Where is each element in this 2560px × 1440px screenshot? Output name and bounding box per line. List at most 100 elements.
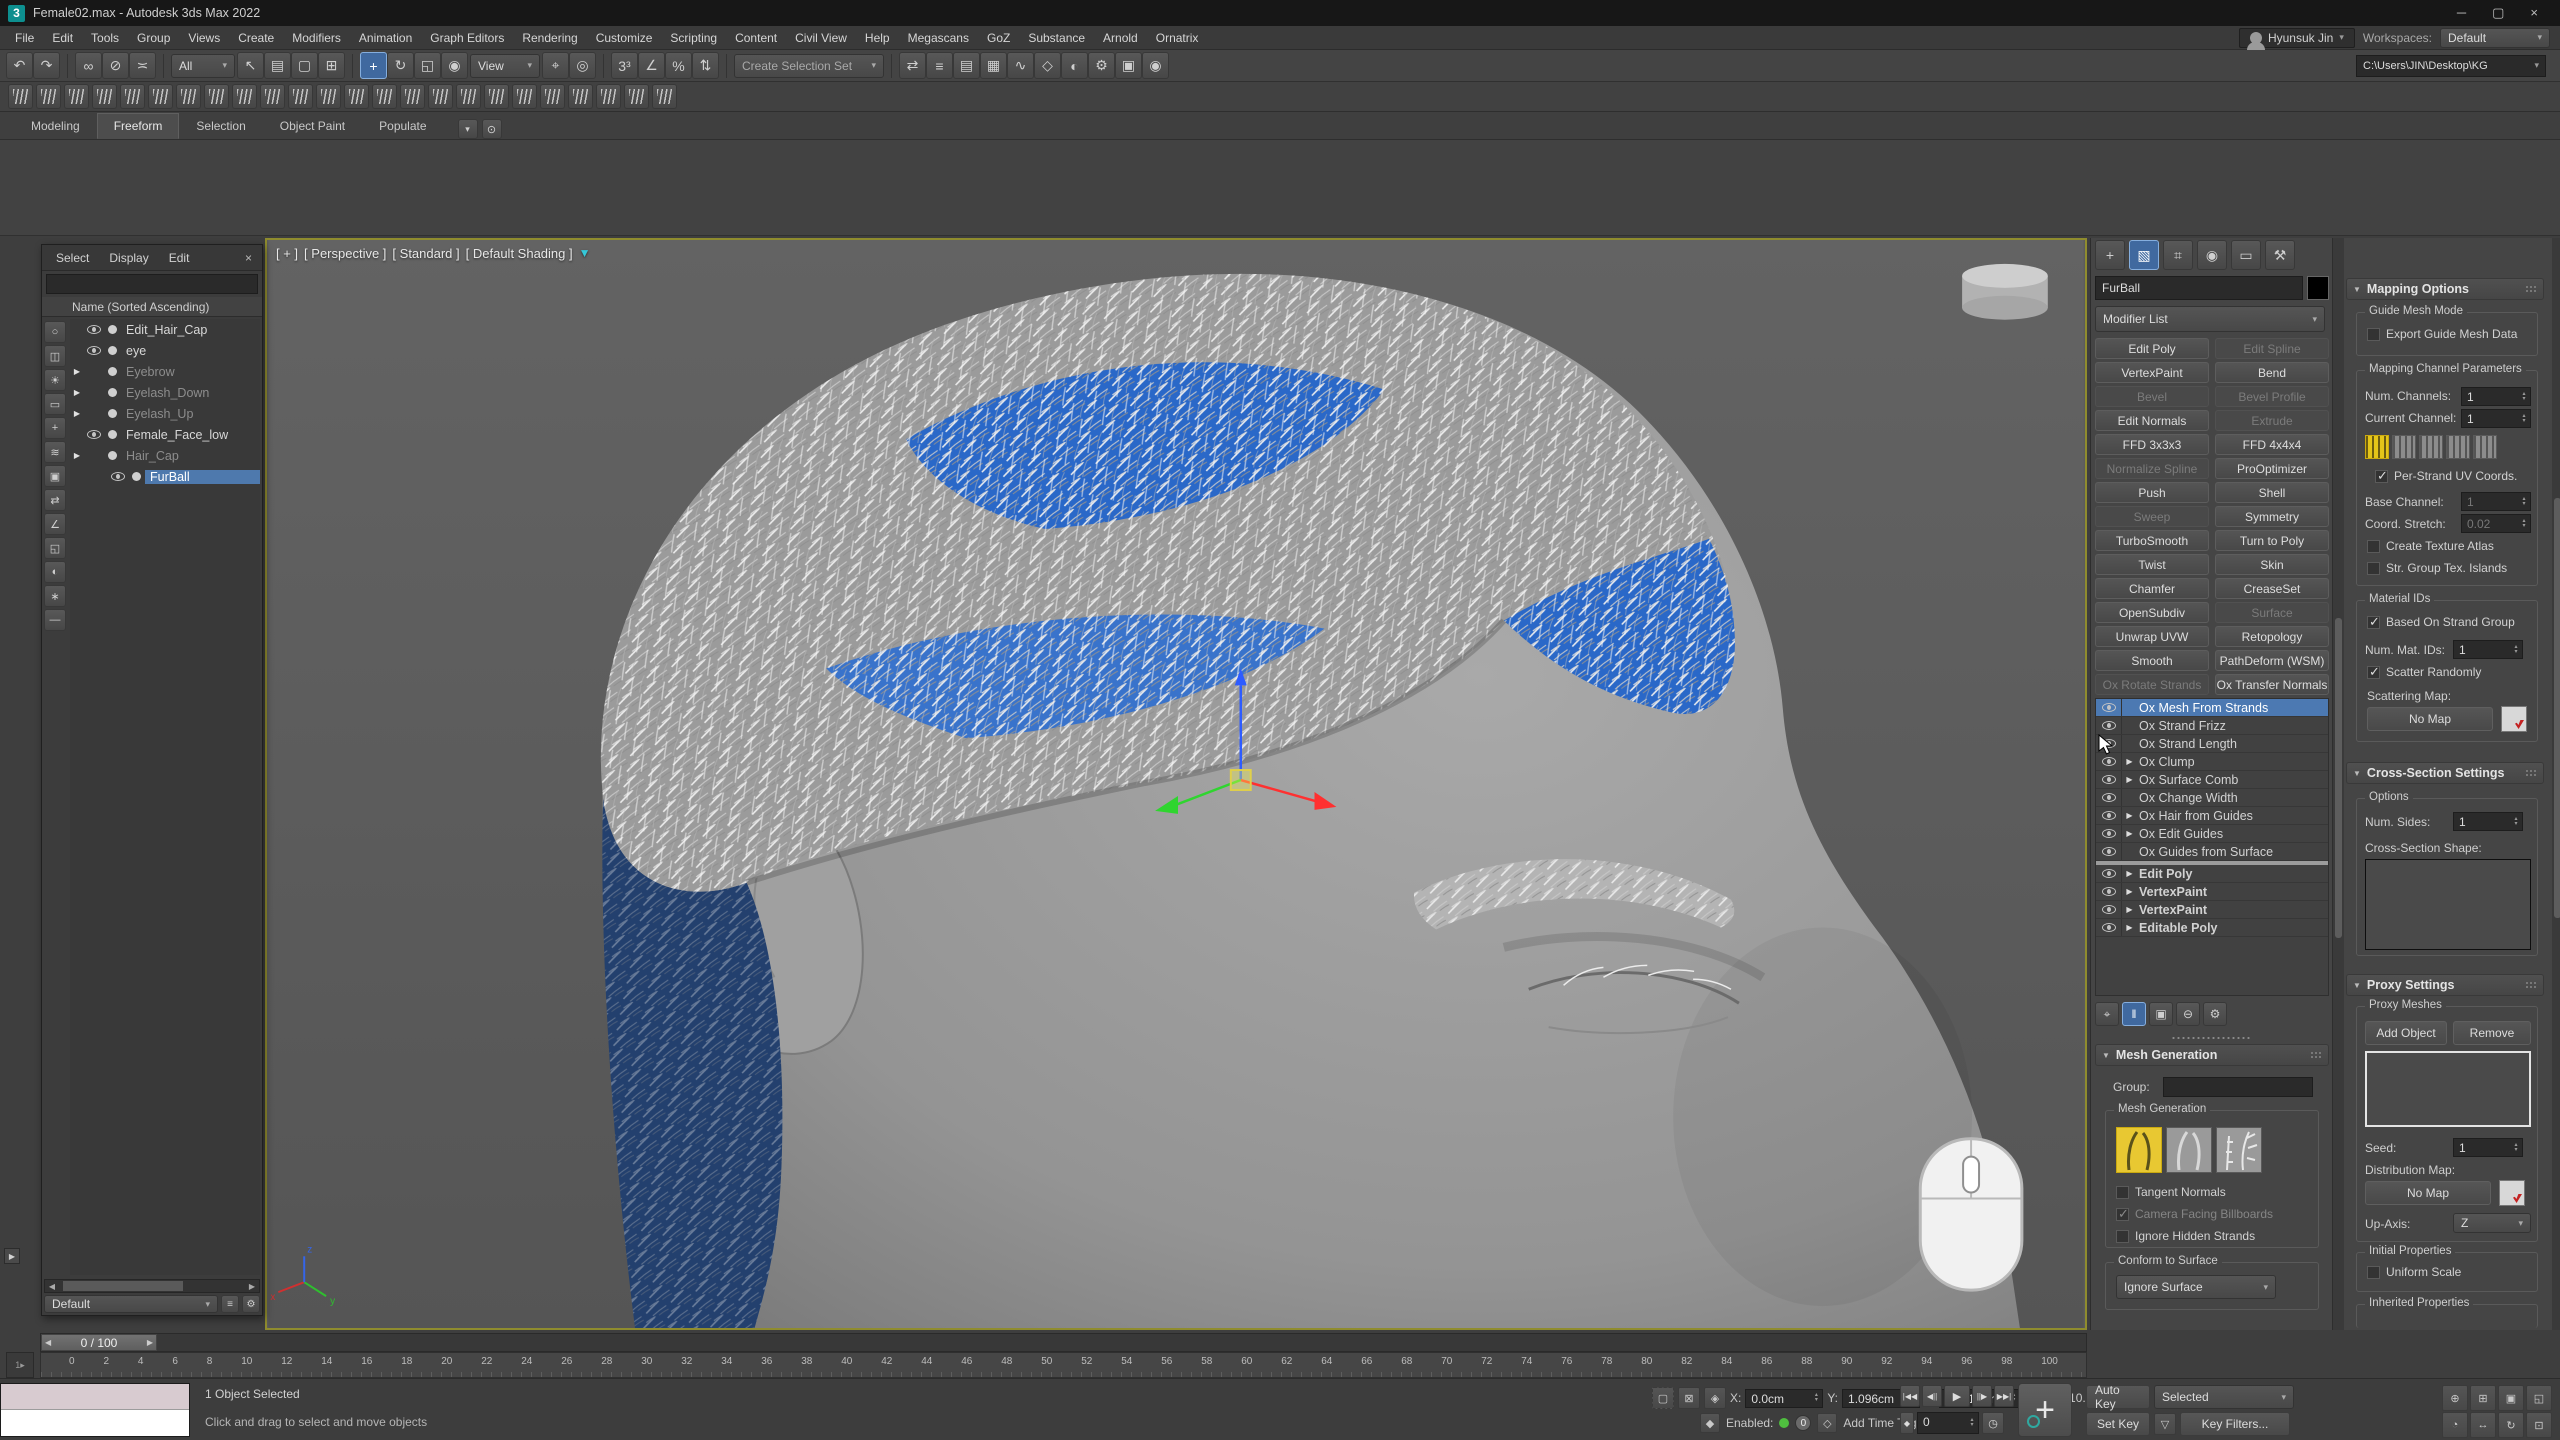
viewport-render-style-menu[interactable]: [ Standard ] [392, 246, 459, 261]
current-channel-spinner[interactable]: 1▴▾ [2461, 409, 2531, 428]
select-by-name-icon[interactable]: ▤ [264, 52, 291, 79]
perspective-viewport[interactable]: x y z [265, 238, 2087, 1330]
ornatrix-length-icon[interactable] [176, 84, 201, 109]
scene-object-row[interactable]: ▶ Eyebrow [70, 361, 260, 382]
display-geometry-icon[interactable]: ○ [44, 321, 66, 343]
rollout-column-scrollbar[interactable] [2552, 238, 2560, 1330]
spinner-snap-icon[interactable]: ⇅ [692, 52, 719, 79]
next-frame-icon[interactable]: ||▶ [1972, 1385, 1992, 1407]
time-slider-handle[interactable]: ◀ 0 / 100 ▶ [41, 1334, 157, 1351]
add-object-button[interactable]: Add Object [2365, 1021, 2447, 1045]
modifier-button[interactable]: Push [2095, 482, 2209, 503]
modifier-button[interactable]: Twist [2095, 554, 2209, 575]
explorer-list-options-icon[interactable]: ≡ [221, 1295, 239, 1313]
proxy-mesh-icon[interactable] [2216, 1127, 2262, 1173]
expand-caret-icon[interactable]: ▶ [70, 367, 84, 376]
modifier-button[interactable]: Surface [2215, 602, 2329, 623]
schematic-view-icon[interactable]: ◇ [1034, 52, 1061, 79]
modifier-stack-row[interactable]: ▶ VertexPaint [2096, 901, 2328, 919]
modifier-button[interactable]: Ox Transfer Normals [2215, 674, 2329, 695]
cross-section-shape-strip[interactable] [2365, 918, 2531, 950]
ribbon-tab[interactable]: Populate [362, 113, 443, 139]
ribbon-tab[interactable]: Freeform [97, 113, 180, 139]
map-mode-2-icon[interactable] [2392, 435, 2416, 459]
ornatrix-guides-icon[interactable] [8, 84, 33, 109]
uniform-scale-checkbox[interactable]: Uniform Scale [2367, 1265, 2461, 1279]
modifier-stack-row[interactable]: ▶ Ox Surface Comb [2096, 771, 2328, 789]
rendered-frame-icon[interactable]: ▣ [1115, 52, 1142, 79]
menubar-item[interactable]: Animation [350, 28, 421, 48]
menubar-item[interactable]: File [6, 28, 43, 48]
modifier-button[interactable]: FFD 4x4x4 [2215, 434, 2329, 455]
menubar-item[interactable]: Graph Editors [421, 28, 513, 48]
cylindrical-mesh-icon[interactable] [2116, 1127, 2162, 1173]
ornatrix-bake-icon[interactable] [288, 84, 313, 109]
ornatrix-brush-icon[interactable] [36, 84, 61, 109]
per-strand-uv-checkbox[interactable]: Per-Strand UV Coords. [2375, 469, 2517, 483]
modifier-eye-icon[interactable] [2102, 775, 2116, 784]
modifier-stack-row[interactable]: ▶ Ox Mesh From Strands [2096, 699, 2328, 717]
modifier-stack-row[interactable]: ▶ Ox Guides from Surface [2096, 843, 2328, 861]
remove-button[interactable]: Remove [2453, 1021, 2531, 1045]
ornatrix-select-root-icon[interactable] [428, 84, 453, 109]
modifier-button[interactable]: TurboSmooth [2095, 530, 2209, 551]
modifier-eye-icon[interactable] [2102, 923, 2116, 932]
ribbon-minimize-icon[interactable]: ▾ [458, 119, 478, 139]
select-object-icon[interactable]: ↖ [237, 52, 264, 79]
num-channels-spinner[interactable]: 1▴▾ [2461, 387, 2531, 406]
expand-caret-icon[interactable]: ▶ [2122, 869, 2137, 878]
unlink-selection-icon[interactable]: ⊘ [102, 52, 129, 79]
modifier-button[interactable]: Extrude [2215, 410, 2329, 431]
modifier-stack-row[interactable]: ▶ Ox Strand Frizz [2096, 717, 2328, 735]
num-mat-ids-spinner[interactable]: 1▴▾ [2453, 640, 2523, 659]
based-on-strand-group-checkbox[interactable]: Based On Strand Group [2367, 615, 2515, 629]
configure-modifier-sets-icon[interactable]: ⚙ [2203, 1002, 2227, 1026]
scene-object-row[interactable]: ▶ Female_Face_low [70, 424, 260, 445]
select-and-scale-icon[interactable]: ◱ [414, 52, 441, 79]
display-materials-icon[interactable]: ◐ [44, 561, 66, 583]
3ds-max-app-icon[interactable]: 3 [8, 5, 25, 22]
expand-caret-icon[interactable]: ▶ [70, 451, 84, 460]
key-mode-toggle-icon[interactable]: ◆ [1900, 1412, 1914, 1434]
enabled-green-dot[interactable] [1779, 1418, 1789, 1428]
modifier-button[interactable]: Bevel [2095, 386, 2209, 407]
ornatrix-frizz-icon[interactable] [148, 84, 173, 109]
expand-caret-icon[interactable]: ▶ [70, 409, 84, 418]
counter-badge[interactable]: 0 [1795, 1415, 1811, 1431]
expand-caret-icon[interactable]: ▶ [2122, 811, 2137, 820]
select-and-move-icon[interactable]: + [360, 52, 387, 79]
key-mode-dropdown[interactable]: Selected▾ [2154, 1385, 2294, 1409]
rollout-mesh-generation[interactable]: ▼Mesh Generation [2095, 1044, 2329, 1066]
scene-object-row[interactable]: ▶ Hair_Cap [70, 445, 260, 466]
ribbon-tab[interactable]: Object Paint [263, 113, 362, 139]
mini-trackbar-toggle[interactable]: 1▸ [6, 1352, 34, 1378]
key-filters-funnel-icon[interactable]: ▽ [2154, 1413, 2176, 1435]
viewport-pov-menu[interactable]: [ Perspective ] [304, 246, 386, 261]
modifier-button[interactable]: Skin [2215, 554, 2329, 575]
explorer-layer-dropdown[interactable]: Default▾ [44, 1295, 218, 1313]
modifier-eye-icon[interactable] [2102, 829, 2116, 838]
scene-object-row[interactable]: ▶ Edit_Hair_Cap [70, 319, 260, 340]
modifier-eye-icon[interactable] [2102, 811, 2116, 820]
reference-coordinate-dropdown[interactable]: View▾ [470, 54, 540, 78]
menubar-item[interactable]: Substance [1019, 28, 1094, 48]
modifier-eye-icon[interactable] [2102, 905, 2116, 914]
remove-modifier-icon[interactable]: ⊖ [2176, 1002, 2200, 1026]
coord-stretch-spinner[interactable]: 0.02▴▾ [2461, 514, 2531, 533]
auto-key-button[interactable]: Auto Key [2086, 1385, 2150, 1409]
modifier-list-dropdown[interactable]: Modifier List▾ [2095, 306, 2325, 332]
explorer-horizontal-scrollbar[interactable]: ◀ ▶ [44, 1279, 260, 1293]
base-channel-spinner[interactable]: 1▴▾ [2461, 492, 2531, 511]
tangent-normals-checkbox[interactable]: Tangent Normals [2116, 1185, 2226, 1199]
layer-explorer-icon[interactable]: ▤ [953, 52, 980, 79]
angle-snap-icon[interactable]: ∠ [638, 52, 665, 79]
explorer-menu-item[interactable]: Edit [159, 248, 200, 268]
use-center-icon[interactable]: ⌖ [542, 52, 569, 79]
viewport-filter-icon[interactable]: ▼ [579, 246, 591, 261]
cross-section-shape-editor[interactable] [2365, 859, 2531, 919]
ornatrix-preset-icon[interactable] [624, 84, 649, 109]
modifier-button[interactable]: Unwrap UVW [2095, 626, 2209, 647]
scene-object-row[interactable]: ▶ Eyelash_Down [70, 382, 260, 403]
align-icon[interactable]: ≡ [926, 52, 953, 79]
modifier-button[interactable]: Edit Poly [2095, 338, 2209, 359]
